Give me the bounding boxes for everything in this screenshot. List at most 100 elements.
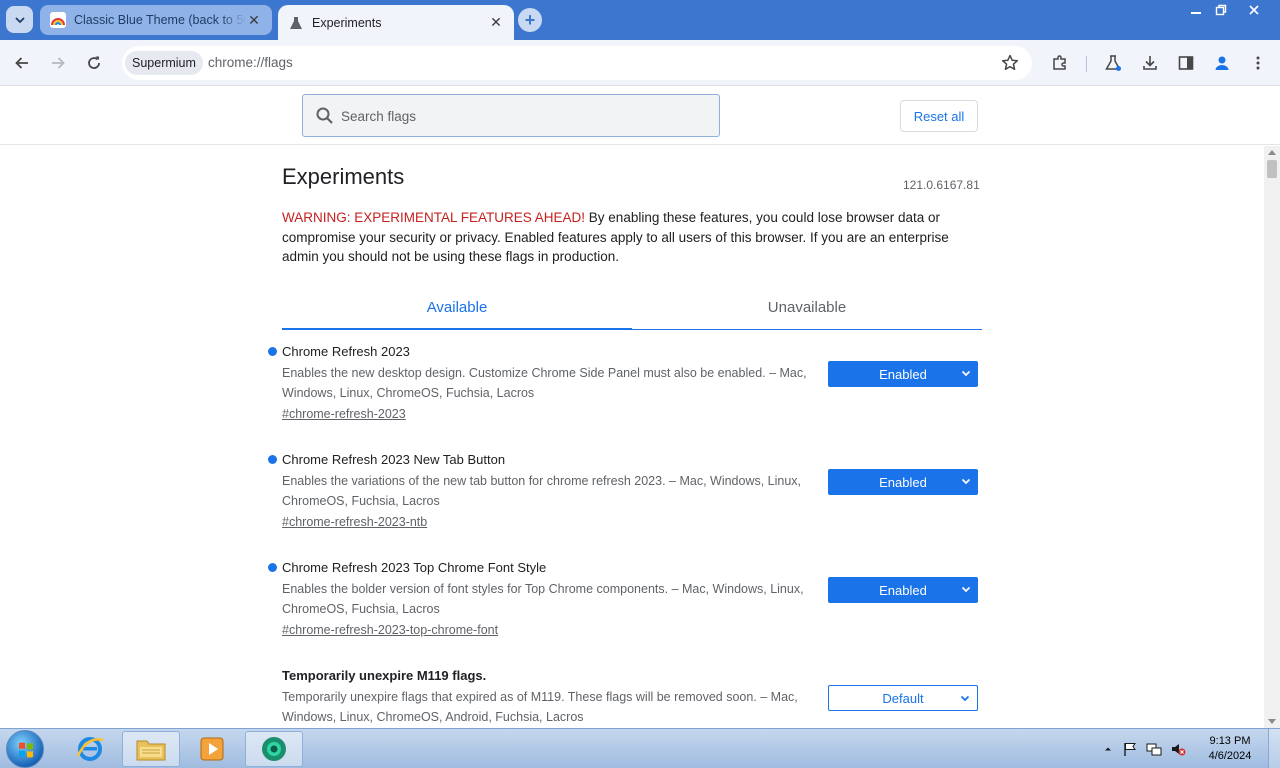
chevron-down-icon [960,695,970,702]
taskbar-file-explorer[interactable] [122,731,180,767]
person-icon [1215,56,1229,70]
tab-title: Classic Blue Theme (back to 50 [74,13,246,27]
volume-status[interactable] [1170,741,1186,757]
labs-button[interactable] [1101,51,1125,75]
forward-button[interactable] [46,51,70,75]
side-panel-button[interactable] [1174,51,1198,75]
site-chip[interactable]: Supermium [125,51,203,75]
reset-all-button[interactable]: Reset all [900,100,978,132]
close-window-button[interactable] [1241,0,1267,20]
profile-button[interactable] [1210,51,1234,75]
modified-indicator-dot [268,347,277,356]
flag-description: Enables the variations of the new tab bu… [282,474,802,508]
page-scrollbar[interactable] [1264,146,1280,728]
flag-item: Chrome Refresh 2023 Enables the new desk… [268,343,982,423]
minimize-button[interactable] [1183,0,1209,20]
show-hidden-icons[interactable] [1100,741,1116,757]
flag-state-select[interactable]: Enabled [828,469,978,495]
flag-name: Chrome Refresh 2023 [282,344,410,359]
flags-tabs: Available Unavailable [282,286,982,330]
tab-experiments[interactable]: Experiments ✕ [278,5,514,40]
network-icon [1146,743,1162,756]
flag-description: Enables the new desktop design. Customiz… [282,366,807,400]
close-tab-icon[interactable]: ✕ [246,12,262,28]
media-player-icon [200,737,224,761]
flag-description: Enables the bolder version of font style… [282,582,804,616]
arrow-left-icon [15,57,28,69]
flag-name: Chrome Refresh 2023 Top Chrome Font Styl… [282,560,547,575]
flag-state-value: Default [882,690,924,706]
reload-button[interactable] [82,51,106,75]
url-text[interactable]: chrome://flags [208,55,293,70]
close-icon [1249,5,1259,15]
warning-prefix: WARNING: EXPERIMENTAL FEATURES AHEAD! [282,210,586,225]
flag-link[interactable]: #chrome-refresh-2023-top-chrome-font [282,621,498,639]
download-icon [1143,56,1157,70]
warning-message: WARNING: EXPERIMENTAL FEATURES AHEAD! By… [282,208,982,267]
chevron-down-icon [961,478,971,485]
taskbar-media-player[interactable] [183,731,241,767]
puzzle-icon [1053,55,1066,70]
clock-date: 4/6/2024 [1208,750,1252,762]
taskbar-internet-explorer[interactable] [61,731,119,767]
search-flags-input[interactable] [341,105,701,127]
modified-indicator-dot [268,563,277,572]
taskbar-clock[interactable]: 9:13 PM 4/6/2024 [1198,734,1262,764]
flag-state-select[interactable]: Default [828,685,978,711]
search-box[interactable] [302,94,720,137]
flask-favicon [290,16,302,29]
chevron-down-icon [14,16,25,23]
flag-link[interactable]: #chrome-refresh-2023 [282,405,406,423]
start-button[interactable] [6,730,44,768]
arrow-right-icon [52,57,65,69]
flag-item: Chrome Refresh 2023 New Tab Button Enabl… [268,451,982,531]
flag-state-select[interactable]: Enabled [828,361,978,387]
search-icon [316,107,333,124]
scroll-up-arrow-icon[interactable] [1268,150,1276,155]
show-desktop-button[interactable] [1268,729,1280,768]
scroll-down-arrow-icon[interactable] [1268,719,1276,724]
windows-logo-icon [19,742,33,758]
more-vert-icon [1256,56,1260,70]
flask-icon [1105,55,1121,71]
modified-indicator-dot [268,455,277,464]
network-status[interactable] [1146,741,1162,757]
flags-content: Experiments 121.0.6167.81 WARNING: EXPER… [0,146,1264,728]
tab-unavailable[interactable]: Unavailable [632,286,982,329]
bookmark-star-icon[interactable] [1000,53,1020,73]
scrollbar-thumb[interactable] [1267,160,1277,178]
tab-title: Experiments [312,15,382,30]
rainbow-favicon [50,12,66,28]
chevron-down-icon [961,586,971,593]
action-center-flag[interactable] [1122,741,1138,757]
restore-button[interactable] [1208,0,1234,20]
supermium-browser-icon [262,737,286,761]
reload-icon [88,56,100,69]
tab-available[interactable]: Available [282,286,632,330]
close-tab-icon[interactable]: ✕ [488,14,504,31]
flag-item: Chrome Refresh 2023 Top Chrome Font Styl… [268,559,982,639]
downloads-button[interactable] [1138,51,1162,75]
flag-state-value: Enabled [879,582,927,598]
back-button[interactable] [10,51,34,75]
internet-explorer-icon [76,737,104,761]
tab-classic-blue-theme[interactable]: Classic Blue Theme (back to 50 ✕ [40,5,272,35]
volume-muted-icon [1172,744,1186,756]
taskbar-supermium-browser[interactable] [245,731,303,767]
extensions-button[interactable] [1048,51,1072,75]
windows-taskbar: 9:13 PM 4/6/2024 [0,728,1280,768]
flag-name: Chrome Refresh 2023 New Tab Button [282,452,506,467]
tab-search-button[interactable] [6,6,33,33]
new-tab-button[interactable]: + [518,8,542,32]
flag-icon [1124,743,1136,756]
minimize-icon [1191,12,1201,14]
flag-state-value: Enabled [879,366,927,382]
flag-state-select[interactable]: Enabled [828,577,978,603]
page-title: Experiments [282,164,405,189]
restore-icon [1215,4,1227,16]
flag-link[interactable]: #chrome-refresh-2023-ntb [282,513,427,531]
address-bar[interactable]: Supermium chrome://flags [122,46,1032,80]
browser-toolbar: Supermium chrome://flags [0,40,1280,86]
menu-button[interactable] [1246,51,1270,75]
clock-time: 9:13 PM [1209,735,1251,747]
